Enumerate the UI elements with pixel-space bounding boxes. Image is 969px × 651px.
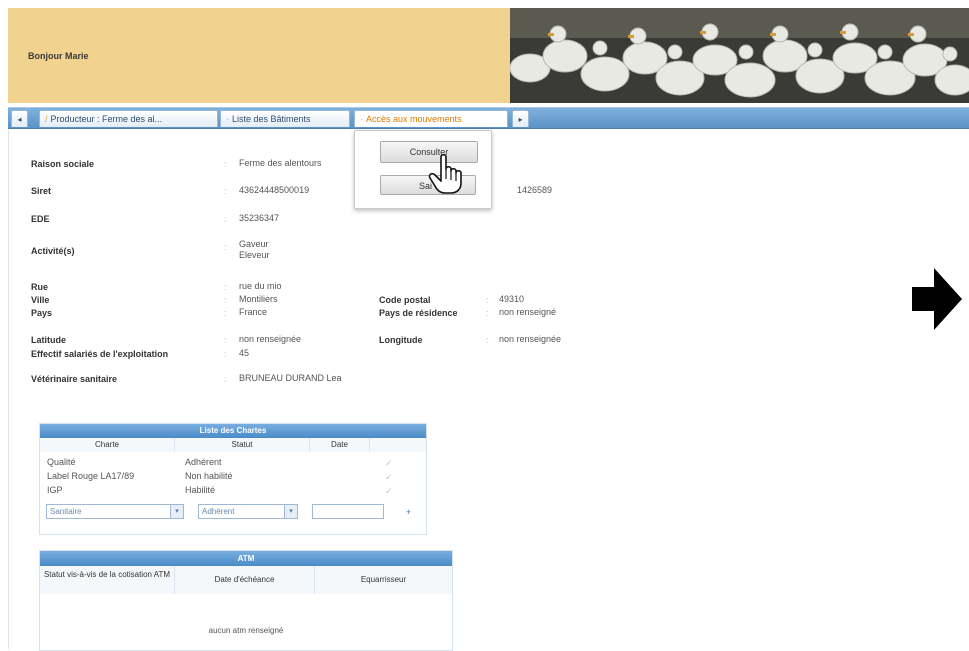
hand-pointer-icon — [428, 153, 462, 194]
chartes-title: Liste des Chartes — [40, 424, 426, 438]
ede-label: EDE — [31, 214, 50, 224]
atm-title: ATM — [40, 551, 452, 566]
siret-extra-value: 1426589 — [517, 185, 553, 195]
chevron-down-icon: ▾ — [170, 505, 183, 518]
pays-value: France — [239, 307, 268, 317]
activite-value: Eleveur — [239, 250, 270, 260]
separator: : — [224, 282, 227, 292]
ville-label: Ville — [31, 295, 50, 305]
atm-empty-message: aucun atm renseigné — [208, 626, 284, 635]
charte-name: Label Rouge LA17/89 — [47, 471, 135, 481]
add-charte-button[interactable]: + — [406, 507, 411, 517]
bullet-icon: · — [226, 114, 229, 124]
tab-acces-mouvements-label: Accès aux mouvements — [366, 114, 462, 124]
chartes-col-date[interactable]: Date — [310, 438, 370, 452]
chevron-down-icon: ▾ — [284, 505, 297, 518]
ede-value: 35236347 — [239, 213, 280, 223]
tab-bar: ◂ / Producteur : Ferme des al... · Liste d… — [8, 107, 969, 129]
check-icon: ✓ — [385, 472, 393, 482]
new-charte-select[interactable]: Sanitaire ▾ — [46, 504, 184, 519]
greeting-text: Bonjour Marie — [28, 51, 89, 61]
longitude-value: non renseignée — [499, 334, 562, 344]
charte-statut: Habilité — [185, 485, 216, 495]
ducks-banner-image — [510, 8, 969, 103]
new-charte-select-value: Sanitaire — [50, 507, 82, 516]
bullet-icon: · — [360, 114, 363, 124]
atm-col-equarrisseur[interactable]: Equarrisseur — [315, 566, 452, 594]
atm-col-date[interactable]: Date d'échéance — [175, 566, 315, 594]
new-statut-select[interactable]: Adhérent ▾ — [198, 504, 298, 519]
tab-scroll-left-button[interactable]: ◂ — [11, 110, 28, 127]
tab-batiments[interactable]: · Liste des Bâtiments — [220, 110, 350, 127]
check-icon: ✓ — [385, 486, 393, 496]
rue-label: Rue — [31, 282, 49, 292]
veterinaire-value: BRUNEAU DURAND Lea — [239, 373, 342, 383]
arrow-right-icon — [912, 268, 962, 330]
tab-batiments-label: Liste des Bâtiments — [232, 114, 311, 124]
pays-label: Pays — [31, 308, 53, 318]
separator: : — [224, 186, 227, 196]
separator: : — [224, 349, 227, 359]
chartes-col-action — [370, 438, 426, 452]
veterinaire-label: Vétérinaire sanitaire — [31, 374, 118, 384]
chartes-col-statut[interactable]: Statut — [175, 438, 310, 452]
chartes-panel: Liste des Chartes Charte Statut Date Qua… — [39, 423, 427, 535]
effectif-value: 45 — [239, 348, 250, 358]
charte-statut: Non habilité — [185, 471, 233, 481]
latitude-label: Latitude — [31, 335, 66, 345]
separator: : — [224, 335, 227, 345]
separator: : — [224, 374, 227, 384]
pays-residence-label: Pays de résidence — [379, 308, 458, 318]
atm-col-statut[interactable]: Statut vis-à-vis de la cotisation ATM — [40, 566, 175, 594]
edit-icon: / — [45, 114, 48, 124]
code-postal-value: 49310 — [499, 294, 525, 304]
separator: : — [224, 308, 227, 318]
ville-value: Montiliers — [239, 294, 278, 304]
code-postal-label: Code postal — [379, 295, 431, 305]
separator: : — [224, 214, 227, 224]
longitude-label: Longitude — [379, 335, 423, 345]
raison-sociale-value: Ferme des alentours — [239, 158, 322, 168]
ducks-photo-icon — [510, 8, 969, 103]
activite-value: Gaveur — [239, 239, 269, 249]
check-icon: ✓ — [385, 458, 393, 468]
rue-value: rue du mio — [239, 281, 282, 291]
app-window: Bonjour Marie ◂ / Producteur: Ferme des… — [8, 8, 969, 651]
separator: : — [486, 295, 489, 305]
pays-residence-value: non renseigné — [499, 307, 557, 317]
latitude-value: non renseignée — [239, 334, 302, 344]
siret-label: Siret — [31, 186, 52, 196]
atm-panel: ATM Statut vis-à-vis de la cotisation AT… — [39, 550, 453, 651]
charte-name: IGP — [47, 485, 63, 495]
raison-sociale-label: Raison sociale — [31, 159, 95, 169]
effectif-label: Effectif salariés de l'exploitation — [31, 349, 169, 359]
separator: : — [224, 159, 227, 169]
charte-statut: Adhérent — [185, 457, 222, 467]
separator: : — [224, 295, 227, 305]
charte-name: Qualité — [47, 457, 76, 467]
banner: Bonjour Marie — [8, 8, 510, 103]
new-date-input[interactable] — [312, 504, 384, 519]
separator: : — [486, 335, 489, 345]
separator: : — [486, 308, 489, 318]
tab-producteur[interactable]: / Producteur : Ferme des al... — [39, 110, 218, 127]
activites-label: Activité(s) — [31, 246, 75, 256]
separator: : — [224, 242, 227, 252]
new-statut-select-value: Adhérent — [202, 507, 235, 516]
tab-scroll-right-button[interactable]: ▸ — [512, 110, 529, 127]
mouvements-dropdown-menu: Consulter Sai — [354, 130, 492, 209]
chartes-col-charte[interactable]: Charte — [40, 438, 175, 452]
tab-acces-mouvements[interactable]: · Accès aux mouvements — [354, 110, 508, 127]
siret-value: 43624448500019 — [239, 185, 310, 195]
tab-producteur-label: Producteur : Ferme des al... — [50, 114, 163, 124]
